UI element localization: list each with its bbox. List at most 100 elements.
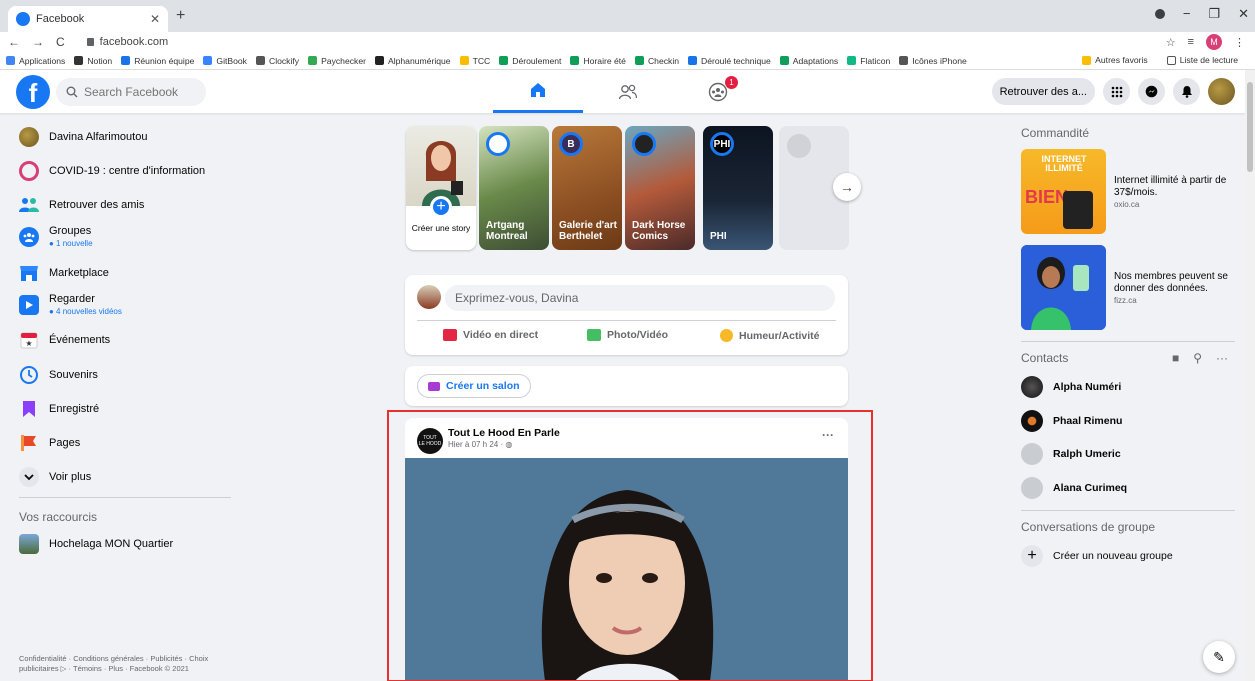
create-group-button[interactable]: + Créer un nouveau groupe	[1021, 545, 1173, 567]
create-group-label: Créer un nouveau groupe	[1053, 550, 1173, 562]
sidebar-item-profile[interactable]: Davina Alfarimoutou	[19, 127, 147, 147]
bookmark-item[interactable]: Notion	[74, 56, 112, 66]
sidebar-item-events[interactable]: ★ Événements	[19, 330, 110, 350]
composer-input[interactable]: Exprimez-vous, Davina	[445, 285, 835, 311]
scrollbar-thumb[interactable]	[1247, 82, 1253, 172]
find-friends-button[interactable]: Retrouver des a...	[991, 78, 1095, 105]
restore-button[interactable]: ❐	[1208, 6, 1220, 22]
add-story-icon[interactable]: +	[430, 196, 452, 218]
contact-item[interactable]: Alana Curimeq	[1021, 477, 1127, 499]
close-tab-icon[interactable]: ✕	[150, 12, 160, 26]
more-options-icon[interactable]: ···	[1216, 351, 1228, 365]
browser-tabbar: Facebook ✕ + − ❐ ✕	[0, 0, 1255, 32]
sidebar-item-label: Pages	[49, 437, 81, 449]
contact-avatar	[1021, 410, 1043, 432]
sidebar-item-find-friends[interactable]: Retrouver des amis	[19, 195, 144, 215]
bookmark-item[interactable]: Applications	[6, 56, 65, 66]
ad-oxio-source: oxio.ca	[1114, 200, 1140, 209]
bookmark-item[interactable]: Icônes iPhone	[899, 56, 967, 66]
menu-grid-icon[interactable]	[1103, 78, 1130, 105]
create-room-card: Créer un salon	[405, 366, 848, 406]
paychecker-icon	[308, 56, 318, 65]
search-box[interactable]	[56, 78, 206, 106]
profile-avatar[interactable]: M	[1206, 34, 1222, 50]
smiley-icon	[720, 329, 733, 342]
nav-home[interactable]	[493, 70, 583, 113]
bookmark-item[interactable]: GitBook	[203, 56, 247, 66]
minimize-button[interactable]: −	[1183, 6, 1191, 22]
bookmark-item[interactable]: Adaptations	[779, 56, 838, 66]
nav-groups[interactable]: 1	[673, 70, 763, 113]
contact-item[interactable]: Phaal Rimenu	[1021, 410, 1122, 432]
bookmark-item[interactable]: Déroulé technique	[688, 56, 771, 66]
close-window-button[interactable]: ✕	[1238, 6, 1249, 22]
contact-avatar	[1021, 443, 1043, 465]
shortcut-hochelaga[interactable]: Hochelaga MON Quartier	[19, 534, 173, 554]
svg-text:★: ★	[25, 339, 32, 348]
contact-item[interactable]: Ralph Umeric	[1021, 443, 1121, 465]
ad-fizz-image[interactable]	[1021, 245, 1106, 330]
story-dark-horse[interactable]: Dark Horse Comics	[625, 126, 695, 250]
create-story-card[interactable]: + Créer une story	[406, 126, 476, 250]
sidebar-item-pages[interactable]: Pages	[19, 433, 80, 453]
photo-video-button[interactable]: Photo/Vidéo	[587, 329, 668, 341]
reading-list[interactable]: Liste de lecture	[1166, 55, 1238, 65]
other-bookmarks[interactable]: Autres favoris	[1082, 55, 1148, 65]
sidebar-item-see-more[interactable]: Voir plus	[19, 467, 91, 487]
footer-links[interactable]: Confidentialité · Conditions générales ·…	[19, 654, 234, 674]
live-video-button[interactable]: Vidéo en direct	[443, 329, 538, 341]
story-berthelet[interactable]: B Galerie d'art Berthelet	[552, 126, 622, 250]
bookmark-item[interactable]: Checkin	[634, 56, 679, 66]
story-phi[interactable]: PHI PHI	[703, 126, 773, 250]
messenger-icon[interactable]	[1138, 78, 1165, 105]
ad-fizz-source: fizz.ca	[1114, 296, 1137, 305]
bookmark-item[interactable]: Réunion équipe	[121, 56, 194, 66]
bookmark-item[interactable]: Horaire été	[570, 56, 626, 66]
url-field[interactable]: facebook.com	[86, 36, 168, 48]
sidebar-item-watch[interactable]: Regarder ● 4 nouvelles vidéos	[19, 293, 122, 316]
bookmark-item[interactable]: Alphanumérique	[374, 56, 451, 66]
feeling-label: Humeur/Activité	[739, 329, 820, 342]
sidebar-item-label: Davina Alfarimoutou	[49, 131, 148, 143]
nav-friends[interactable]	[583, 70, 673, 113]
bookmark-item[interactable]: TCC	[459, 56, 490, 66]
browser-tab[interactable]: Facebook ✕	[8, 6, 168, 32]
story-avatar	[632, 132, 656, 156]
new-tab-button[interactable]: +	[176, 7, 185, 25]
video-room-icon[interactable]: ■	[1172, 351, 1179, 365]
account-avatar[interactable]	[1208, 78, 1235, 105]
facebook-logo-icon[interactable]: f	[16, 75, 50, 109]
feeling-button[interactable]: Humeur/Activité	[720, 329, 820, 342]
bookmark-item[interactable]: Clockify	[255, 56, 299, 66]
chrome-menu-icon[interactable]: ⋮	[1234, 36, 1245, 49]
new-message-icon[interactable]: ✎	[1203, 641, 1235, 673]
sidebar-item-saved[interactable]: Enregistré	[19, 399, 99, 419]
ad-oxio-image[interactable]: INTERNET ILLIMITÉ BIEN	[1021, 149, 1106, 234]
ad-oxio-title[interactable]: Internet illimité à partir de 37$/mois.	[1114, 175, 1234, 199]
sidebar-item-groups[interactable]: Groupes ● 1 nouvelle	[19, 225, 93, 248]
record-icon[interactable]	[1154, 9, 1165, 19]
bookmark-label: Notion	[87, 55, 113, 66]
back-button[interactable]: ←	[8, 35, 20, 49]
forward-button[interactable]: →	[32, 35, 44, 49]
reading-mode-icon[interactable]: ≡	[1188, 36, 1194, 48]
bookmark-item[interactable]: Flaticon	[847, 56, 890, 66]
search-contacts-icon[interactable]: ⚲	[1193, 351, 1202, 365]
sidebar-item-memories[interactable]: Souvenirs	[19, 365, 98, 385]
bookmark-item[interactable]: Paychecker	[308, 56, 366, 66]
bookmark-item[interactable]: Déroulement	[499, 56, 561, 66]
stories-next-arrow-icon[interactable]: →	[833, 173, 861, 201]
ad-fizz-title[interactable]: Nos membres peuvent se donner des donnée…	[1114, 271, 1234, 295]
create-room-button[interactable]: Créer un salon	[417, 374, 531, 398]
sidebar-item-covid[interactable]: COVID-19 : centre d'information	[19, 161, 205, 181]
story-artgang[interactable]: Artgang Montreal	[479, 126, 549, 250]
folder-icon	[459, 56, 469, 65]
reload-button[interactable]: C	[56, 35, 65, 49]
star-icon[interactable]: ☆	[1166, 36, 1176, 49]
notifications-bell-icon[interactable]	[1173, 78, 1200, 105]
bookmark-label: Réunion équipe	[134, 55, 195, 66]
sidebar-item-marketplace[interactable]: Marketplace	[19, 263, 109, 283]
contact-item[interactable]: Alpha Numéri	[1021, 376, 1121, 398]
ad-fizz-illustration	[1021, 245, 1106, 330]
search-input[interactable]	[84, 85, 204, 99]
